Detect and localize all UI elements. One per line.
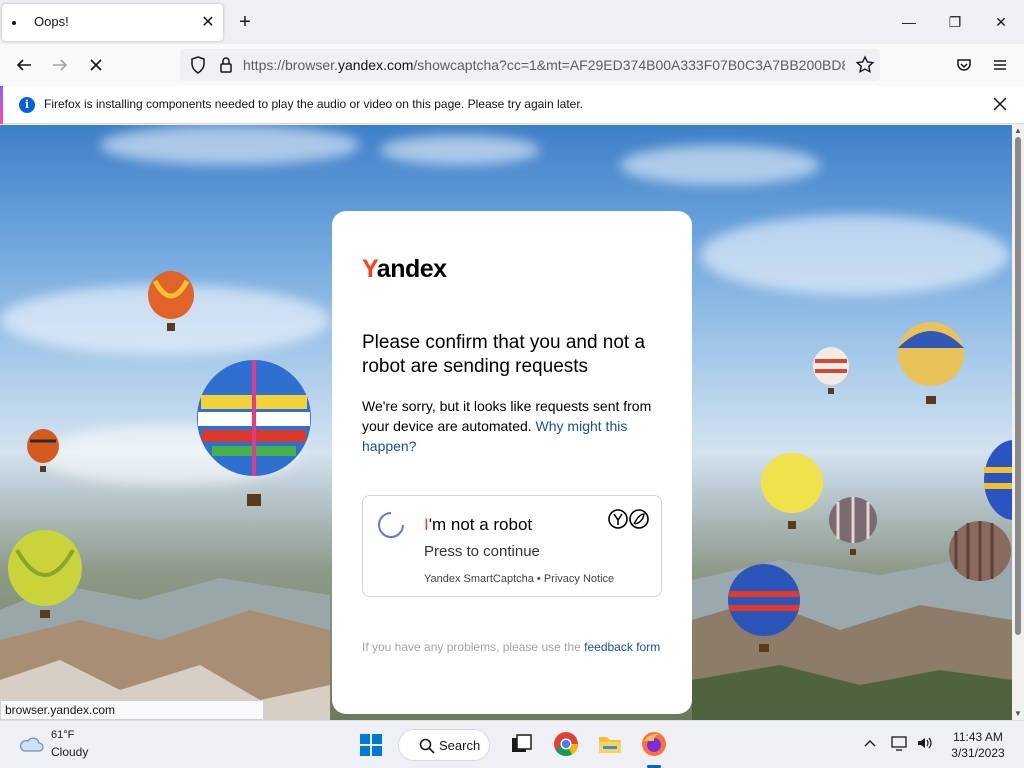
hot-air-balloon	[8, 530, 82, 618]
scrollbar-thumb[interactable]	[1015, 137, 1021, 635]
maximize-button[interactable]: ❐	[937, 8, 973, 36]
cloud	[700, 215, 1010, 295]
tab-close-button[interactable]: ✕	[198, 13, 218, 33]
vertical-scrollbar[interactable]: ▲ ▼	[1012, 125, 1024, 720]
hot-air-balloon	[829, 497, 877, 555]
captcha-card: Yandex Please confirm that you and not a…	[332, 211, 692, 714]
chrome-icon[interactable]	[553, 731, 579, 757]
hot-air-balloon	[949, 521, 1011, 581]
privacy-notice-link[interactable]: Privacy Notice	[544, 573, 614, 585]
yandex-captcha-logo-icon	[608, 509, 649, 529]
windows-start-icon[interactable]	[359, 733, 383, 757]
press-to-continue-label: Press to continue	[424, 543, 540, 560]
notification-bar: i Firefox is installing components neede…	[0, 86, 1024, 124]
tab-title: Oops!	[34, 14, 69, 29]
network-icon[interactable]	[890, 735, 910, 755]
smartcaptcha-link[interactable]: Yandex SmartCaptcha	[424, 573, 534, 585]
captcha-description: We're sorry, but it looks like requests …	[362, 398, 652, 454]
hot-air-balloon	[761, 453, 823, 529]
hot-air-balloon	[148, 271, 194, 331]
loading-spinner-icon	[378, 512, 404, 538]
new-tab-button[interactable]: +	[233, 10, 257, 34]
hot-air-balloon	[728, 564, 800, 652]
not-a-robot-checkbox[interactable]: I'm not a robot Press to continue Yandex…	[362, 495, 662, 597]
forward-button[interactable]	[46, 52, 74, 78]
scroll-down-arrow-icon[interactable]: ▼	[1014, 710, 1022, 718]
pocket-button[interactable]	[950, 52, 978, 78]
notification-text: Firefox is installing components needed …	[44, 97, 583, 111]
search-icon	[419, 738, 435, 754]
cloud	[620, 145, 820, 185]
task-view-icon[interactable]	[508, 731, 534, 757]
stop-x-icon	[90, 59, 102, 71]
tracking-shield-icon[interactable]	[188, 55, 208, 75]
windows-taskbar: 61°F Cloudy Search 11:43 AM 3/31/2023	[0, 720, 1024, 768]
hot-air-balloon	[27, 429, 59, 472]
taskbar-search[interactable]: Search	[398, 729, 490, 761]
info-icon: i	[19, 97, 35, 113]
notification-close-button[interactable]	[989, 94, 1011, 116]
scroll-up-arrow-icon[interactable]: ▲	[1014, 127, 1022, 135]
tab-loading-icon	[12, 21, 16, 25]
close-window-button[interactable]: ✕	[983, 8, 1019, 36]
tab-strip: Oops! ✕ + — ❐ ✕	[0, 0, 1024, 44]
notification-accent	[0, 86, 3, 124]
bookmark-star-icon[interactable]	[854, 54, 876, 76]
captcha-heading: Please confirm that you and not a robot …	[362, 332, 646, 377]
yandex-logo[interactable]: Yandex	[362, 255, 447, 284]
lock-icon[interactable]	[216, 55, 236, 75]
status-url-tooltip: browser.yandex.com	[0, 700, 264, 720]
cloudy-weather-icon[interactable]	[18, 735, 44, 753]
firefox-icon[interactable]	[641, 731, 667, 757]
file-explorer-icon[interactable]	[597, 731, 623, 757]
hot-air-balloon	[984, 440, 1012, 520]
close-icon	[993, 97, 1007, 111]
hot-air-balloon	[898, 322, 964, 404]
minimize-button[interactable]: —	[891, 8, 927, 36]
back-button[interactable]	[10, 52, 38, 78]
back-arrow-icon	[16, 59, 31, 71]
hot-air-balloon	[813, 347, 849, 394]
address-bar[interactable]: https://browser.yandex.com/showcaptcha?c…	[180, 49, 880, 81]
show-hidden-icons-chevron-icon[interactable]	[860, 735, 880, 755]
pocket-icon	[957, 59, 971, 71]
not-a-robot-label: I'm not a robot	[424, 515, 533, 534]
feedback-form-link[interactable]: feedback form	[584, 640, 660, 654]
tab-oops[interactable]: Oops! ✕	[2, 4, 223, 41]
cloud	[100, 125, 360, 165]
weather-temperature[interactable]: 61°F	[51, 729, 74, 741]
volume-icon[interactable]	[915, 735, 935, 755]
navigation-toolbar: https://browser.yandex.com/showcaptcha?c…	[0, 44, 1024, 86]
taskbar-clock[interactable]: 11:43 AM 3/31/2023	[948, 729, 1008, 761]
problems-text: If you have any problems, please use the…	[362, 640, 661, 654]
hot-air-balloon	[197, 360, 311, 506]
smartcaptcha-footer: Yandex SmartCaptcha • Privacy Notice	[424, 573, 615, 585]
forward-arrow-icon	[53, 59, 68, 71]
app-menu-button[interactable]	[986, 52, 1014, 78]
cloud	[380, 135, 540, 165]
weather-condition[interactable]: Cloudy	[51, 745, 88, 759]
hamburger-menu-icon	[994, 60, 1006, 70]
stop-loading-button[interactable]	[82, 52, 110, 78]
url-text[interactable]: https://browser.yandex.com/showcaptcha?c…	[243, 57, 845, 73]
